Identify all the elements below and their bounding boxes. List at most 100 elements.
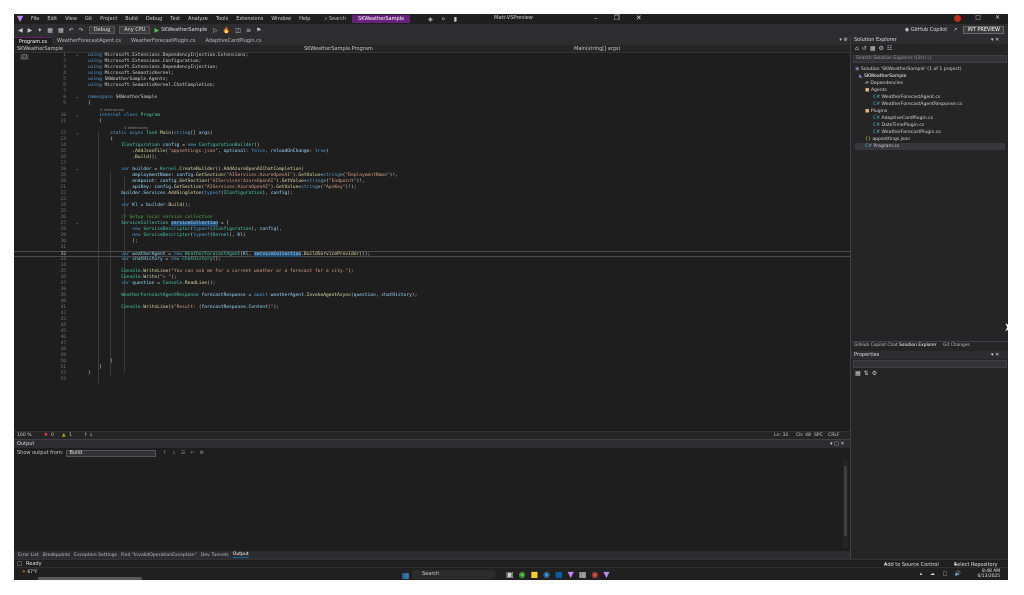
avatar[interactable]: [954, 15, 962, 22]
nav-arrows-icon[interactable]: ↑ ↓: [84, 433, 93, 438]
menu-git[interactable]: Git: [85, 16, 92, 22]
filter-icon[interactable]: ⚙: [200, 450, 204, 456]
tab-program-cs[interactable]: Program.cs: [14, 37, 53, 45]
chrome-icon[interactable]: ◉: [591, 570, 603, 579]
nav-member-dropdown[interactable]: Main(string[] args): [574, 46, 621, 52]
taskbar-search[interactable]: Search: [412, 570, 496, 579]
menu-view[interactable]: View: [65, 16, 77, 22]
run-icon[interactable]: ▶: [154, 27, 159, 34]
title-tool-icons[interactable]: ◈⚪▮: [428, 16, 465, 23]
menu-build[interactable]: Build: [125, 16, 138, 22]
tree-item-dependencies[interactable]: ⇌ Dependencies: [865, 80, 903, 87]
tab-find-results[interactable]: Find "InvalidOperationException": [121, 553, 197, 558]
previous-message-icon[interactable]: ↑: [162, 450, 166, 456]
hot-reload-icon[interactable]: 🔥: [223, 27, 230, 34]
nav-project-dropdown[interactable]: SKWeatherSample: [17, 46, 63, 52]
output-pane-icons[interactable]: ▾ □ ✕: [830, 441, 845, 447]
tree-item-weather-agent[interactable]: C# WeatherForecastAgent.cs: [873, 94, 940, 101]
project-node[interactable]: ◣ SKWeatherSample: [859, 73, 906, 80]
copilot-app-icon[interactable]: ◉: [519, 570, 531, 579]
weather-widget[interactable]: ☀ 67°F: [22, 570, 38, 575]
undo-icon[interactable]: ↶: [69, 27, 74, 34]
tree-item-appsettings[interactable]: {} appsettings.json: [865, 136, 910, 143]
properties-toolbar[interactable]: ▦⇅⚙: [855, 370, 880, 377]
tab-dev-tunnels[interactable]: Dev Tunnels: [201, 553, 229, 558]
vs-preview-icon[interactable]: ▼: [603, 570, 614, 579]
layout-icon[interactable]: ◫: [235, 27, 241, 34]
windows-start-icon[interactable]: ▦: [402, 571, 410, 580]
menu-window[interactable]: Window: [271, 16, 291, 22]
system-clock[interactable]: 8:48 AM 6/13/2025: [977, 569, 1000, 579]
window-controls[interactable]: –❐✕: [594, 14, 658, 22]
cursor-line[interactable]: Ln: 32: [774, 433, 788, 438]
menu-project[interactable]: Project: [100, 16, 117, 22]
menu-debug[interactable]: Debug: [146, 16, 162, 22]
tab-adaptive-card-plugin[interactable]: AdaptiveCardPlugin.cs: [200, 37, 266, 45]
clear-all-icon[interactable]: ☰: [181, 450, 185, 456]
tab-breakpoints[interactable]: Breakpoints: [43, 553, 70, 558]
tab-solution-explorer[interactable]: Solution Explorer: [899, 343, 937, 348]
tab-output[interactable]: Output: [232, 552, 249, 558]
close-secondary-icon[interactable]: ✕: [995, 14, 1000, 22]
new-item-icon[interactable]: ✦: [37, 27, 42, 34]
run-without-debug-icon[interactable]: ▷: [213, 27, 218, 34]
bookmark-icon[interactable]: ⚑: [256, 27, 261, 34]
zoom-level[interactable]: 100 %: [17, 433, 32, 438]
int-preview-button[interactable]: INT PREVIEW: [963, 26, 1004, 34]
configuration-select[interactable]: Debug: [88, 26, 116, 34]
maximize-icon[interactable]: ❐: [614, 14, 636, 22]
solution-name-badge[interactable]: SKWeatherSample: [352, 15, 411, 23]
tab-weather-forecast-plugin[interactable]: WeatherForecastPlugin.cs: [126, 37, 200, 45]
tab-exception-settings[interactable]: Exception Settings: [74, 553, 117, 558]
tab-git-changes[interactable]: Git Changes: [943, 343, 970, 348]
tab-error-list[interactable]: Error List: [18, 553, 39, 558]
menu-file[interactable]: File: [31, 16, 39, 22]
startup-project-button[interactable]: SKWeatherSample: [161, 27, 207, 33]
minimize-icon[interactable]: –: [594, 14, 614, 22]
error-count[interactable]: 0: [51, 433, 54, 438]
system-tray-icons[interactable]: ▴ ☁ □ 🔊: [920, 571, 964, 577]
cursor-column[interactable]: Ch: 48: [796, 433, 811, 438]
solution-node[interactable]: ▣ Solution 'SKWeatherSample' (1 of 1 pro…: [855, 66, 961, 73]
output-scrollbar[interactable]: [843, 460, 848, 548]
tree-item-agents[interactable]: ■ Agents: [865, 87, 887, 94]
properties-options-icon[interactable]: ▾ ✕: [991, 352, 999, 358]
terminal-icon[interactable]: ▦: [579, 570, 592, 579]
redo-icon[interactable]: ↷: [79, 27, 84, 34]
copilot-button[interactable]: ◉ GitHub Copilot: [905, 27, 947, 33]
warning-count-icon[interactable]: ▲: [62, 433, 66, 438]
solution-search-input[interactable]: Search Solution Explorer (Ctrl+;): [853, 55, 1007, 63]
next-message-icon[interactable]: ↓: [172, 450, 176, 456]
save-all-icon[interactable]: ▦: [58, 27, 64, 34]
menu-extensions[interactable]: Extensions: [236, 16, 263, 22]
properties-object-select[interactable]: [853, 360, 1007, 368]
tree-item-adaptive-card-plugin[interactable]: C# AdaptiveCardPlugin.cs: [873, 115, 933, 122]
tab-overflow-icon[interactable]: ▾ ⚙: [839, 37, 848, 43]
close-icon[interactable]: ✕: [636, 14, 658, 22]
line-ending[interactable]: CRLF: [828, 433, 840, 438]
back-icon[interactable]: ◀: [18, 27, 23, 34]
comment-icon[interactable]: ≡: [246, 27, 251, 34]
weather-ticker[interactable]: [38, 577, 142, 580]
file-explorer-icon[interactable]: ■: [531, 570, 544, 579]
solution-explorer-toolbar[interactable]: ⌂↺▦⚙☷: [855, 45, 895, 52]
tab-weather-forecast-agent[interactable]: WeatherForecastAgent.cs: [52, 37, 126, 45]
forward-icon[interactable]: ▶: [28, 27, 33, 34]
tree-item-datetime-plugin[interactable]: C# DateTimePlugin.cs: [873, 122, 924, 129]
restore-icon[interactable]: □: [975, 14, 981, 22]
menu-edit[interactable]: Edit: [47, 16, 57, 22]
store-icon[interactable]: ▦: [555, 570, 568, 579]
tab-copilot-chat[interactable]: GitHub Copilot Chat: [854, 343, 898, 348]
code-editor[interactable]: □ 1 ⌄ using Microsoft.Extensions.Dependenc…: [14, 53, 850, 431]
pane-options-icon[interactable]: ▾ ✕: [991, 37, 999, 43]
task-view-icon[interactable]: ▣: [506, 570, 519, 579]
menu-analyze[interactable]: Analyze: [188, 16, 208, 22]
edge-icon[interactable]: ◉: [543, 570, 555, 579]
output-source-select[interactable]: Build: [66, 449, 157, 457]
global-search[interactable]: ⌕ Search: [324, 16, 346, 22]
warning-count[interactable]: 1: [69, 433, 72, 438]
menu-tools[interactable]: Tools: [216, 16, 228, 22]
error-count-icon[interactable]: ✖: [44, 433, 48, 438]
platform-select[interactable]: Any CPU: [119, 26, 151, 34]
nav-class-dropdown[interactable]: SKWeatherSample.Program: [304, 46, 373, 52]
